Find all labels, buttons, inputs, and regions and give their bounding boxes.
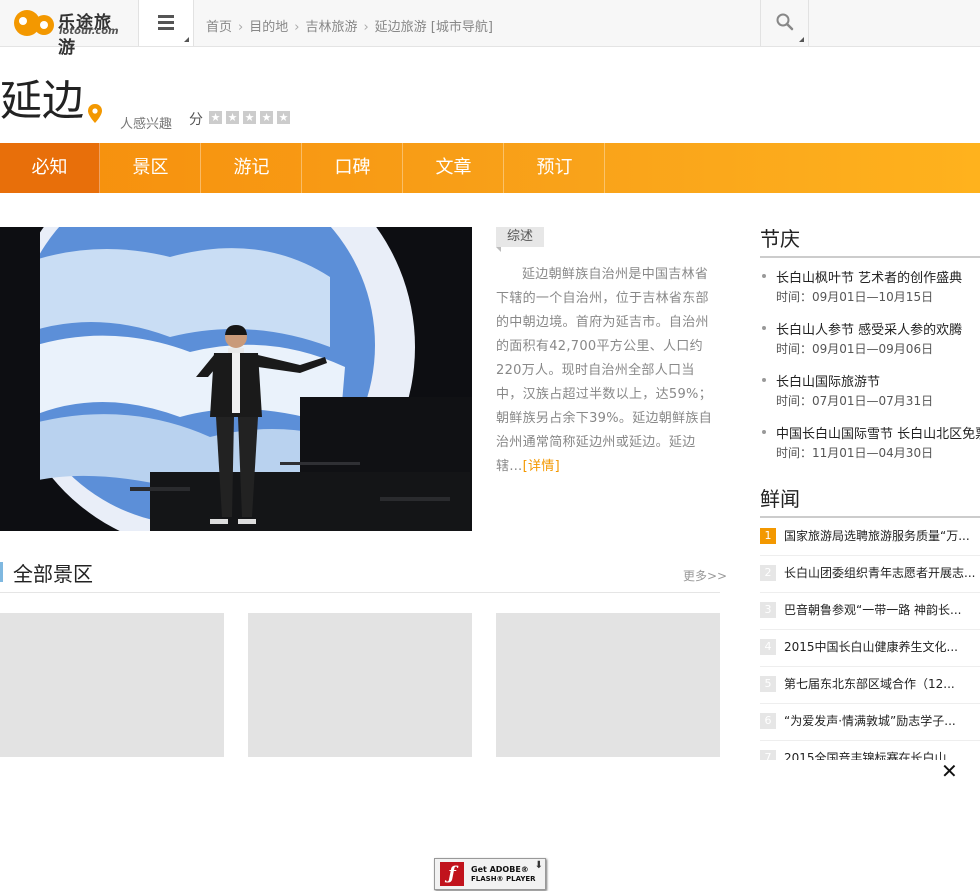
news-headline[interactable]: 国家旅游局选聘旅游服务质量“万... <box>784 527 980 544</box>
rating-stars: ★ ★ ★ ★ ★ <box>209 111 290 124</box>
menu-button[interactable] <box>138 0 194 46</box>
tab-booking[interactable]: 预订 <box>505 143 605 193</box>
tab-scenic[interactable]: 景区 <box>101 143 201 193</box>
tab-reviews[interactable]: 口碑 <box>303 143 403 193</box>
rank-badge: 7 <box>760 750 776 760</box>
flash-icon: ƒ <box>440 862 464 886</box>
tab-articles[interactable]: 文章 <box>404 143 504 193</box>
rank-badge: 1 <box>760 528 776 544</box>
news-item[interactable]: 5 第七届东北东部区域合作（12... <box>760 667 980 704</box>
festival-time: 时间：09月01日—10月15日 <box>776 290 934 304</box>
festivals-divider <box>760 256 980 258</box>
bullet-icon <box>762 430 766 434</box>
flash-text-line2: FLASH® PLAYER <box>471 875 536 883</box>
news-divider <box>760 516 980 518</box>
rank-badge: 2 <box>760 565 776 581</box>
search-icon <box>776 13 794 31</box>
chevron-right-icon: › <box>363 20 369 35</box>
news-headline[interactable]: “为爱发声·情满敦城”励志学子... <box>784 712 980 729</box>
news-title: 鲜闻 <box>760 487 800 511</box>
tab-travelogue[interactable]: 游记 <box>202 143 302 193</box>
tag-corner <box>496 247 501 252</box>
scenic-card-placeholder[interactable] <box>248 613 472 757</box>
summary-text: 延边朝鲜族自治州是中国吉林省下辖的一个自治州，位于吉林省东部的中朝边境。首府为延… <box>496 263 721 479</box>
rank-badge: 6 <box>760 713 776 729</box>
flash-player-badge[interactable]: ƒ Get ADOBE® FLASH® PLAYER ⬇ <box>434 858 546 890</box>
section-divider <box>0 592 720 593</box>
city-nav: 必知 景区 游记 口碑 文章 预订 <box>0 143 980 193</box>
rating-label: 分 <box>189 112 203 128</box>
location-pin-icon <box>88 104 102 123</box>
star-icon: ★ <box>260 111 273 124</box>
scenic-card-placeholder[interactable] <box>0 613 224 757</box>
news-headline[interactable]: 长白山团委组织青年志愿者开展志... <box>784 564 980 581</box>
corner-triangle-icon <box>184 37 189 42</box>
breadcrumb-destination[interactable]: 目的地 <box>249 20 288 35</box>
bullet-icon <box>762 326 766 330</box>
star-icon: ★ <box>226 111 239 124</box>
star-icon: ★ <box>243 111 256 124</box>
scenic-more-link[interactable]: 更多>> <box>683 567 727 584</box>
search-button[interactable] <box>760 0 809 46</box>
scenic-section-title: 全部景区 <box>13 562 93 586</box>
summary-more-link[interactable]: [详情] <box>523 459 560 474</box>
hamburger-icon <box>158 15 174 33</box>
news-headline[interactable]: 2015中国长白山健康养生文化... <box>784 638 980 655</box>
scenic-card-placeholder[interactable] <box>496 613 720 757</box>
festival-name[interactable]: 长白山国际旅游节 <box>776 371 880 390</box>
chevron-right-icon: › <box>238 20 244 35</box>
festivals-title: 节庆 <box>760 227 800 251</box>
festival-name[interactable]: 长白山枫叶节 艺术者的创作盛典 <box>776 267 962 286</box>
logo-subtext: lotour.com <box>59 26 119 37</box>
download-arrow-icon: ⬇ <box>534 860 543 871</box>
summary-body: 延边朝鲜族自治州是中国吉林省下辖的一个自治州，位于吉林省东部的中朝边境。首府为延… <box>496 267 712 474</box>
rank-badge: 5 <box>760 676 776 692</box>
news-item[interactable]: 6 “为爱发声·情满敦城”励志学子... <box>760 704 980 741</box>
rank-badge: 3 <box>760 602 776 618</box>
news-item[interactable]: 4 2015中国长白山健康养生文化... <box>760 630 980 667</box>
flash-text-line1: Get ADOBE® <box>471 865 529 874</box>
breadcrumb-home[interactable]: 首页 <box>206 20 232 35</box>
tab-must-know[interactable]: 必知 <box>0 143 100 193</box>
star-icon: ★ <box>277 111 290 124</box>
festival-time: 时间：11月01日—04月30日 <box>776 446 934 460</box>
news-item[interactable]: 1 国家旅游局选聘旅游服务质量“万... <box>760 519 980 556</box>
breadcrumb-yanbian[interactable]: 延边旅游 [城市导航] <box>375 20 493 35</box>
bullet-icon <box>762 378 766 382</box>
festival-name[interactable]: 中国长白山国际雪节 长白山北区免票 <box>776 423 980 442</box>
festival-name[interactable]: 长白山人参节 感受采人参的欢腾 <box>776 319 962 338</box>
bullet-icon <box>762 274 766 278</box>
close-icon[interactable]: ✕ <box>941 761 958 781</box>
news-item[interactable]: 3 巴音朝鲁参观“一带一路 神韵长... <box>760 593 980 630</box>
logo-icon <box>14 10 54 36</box>
interest-count: 人感兴趣 <box>120 117 173 132</box>
chevron-right-icon: › <box>294 20 300 35</box>
festival-time: 时间：09月01日—09月06日 <box>776 342 934 356</box>
section-accent-bar <box>0 562 3 582</box>
news-headline[interactable]: 第七届东北东部区域合作（12... <box>784 675 980 692</box>
corner-triangle-icon <box>799 37 804 42</box>
news-item[interactable]: 2 长白山团委组织青年志愿者开展志... <box>760 556 980 593</box>
breadcrumb-jilin[interactable]: 吉林旅游 <box>305 20 357 35</box>
festival-time: 时间：07月01日—07月31日 <box>776 394 934 408</box>
news-item[interactable]: 7 2015全国音丰锦标赛在长白山... <box>760 741 980 760</box>
summary-tag: 综述 <box>496 227 544 247</box>
top-bar: 乐途旅游 lotour.com 首页 › 目的地 › 吉林旅游 › 延边旅游 [城市导航] <box>0 0 980 58</box>
news-headline[interactable]: 巴音朝鲁参观“一带一路 神韵长... <box>784 601 980 618</box>
rank-badge: 4 <box>760 639 776 655</box>
star-icon: ★ <box>209 111 222 124</box>
logo[interactable]: 乐途旅游 lotour.com <box>13 6 128 58</box>
hero-image[interactable] <box>0 227 472 531</box>
page-title: 延边 <box>0 76 85 125</box>
breadcrumb: 首页 › 目的地 › 吉林旅游 › 延边旅游 [城市导航] <box>206 16 493 35</box>
